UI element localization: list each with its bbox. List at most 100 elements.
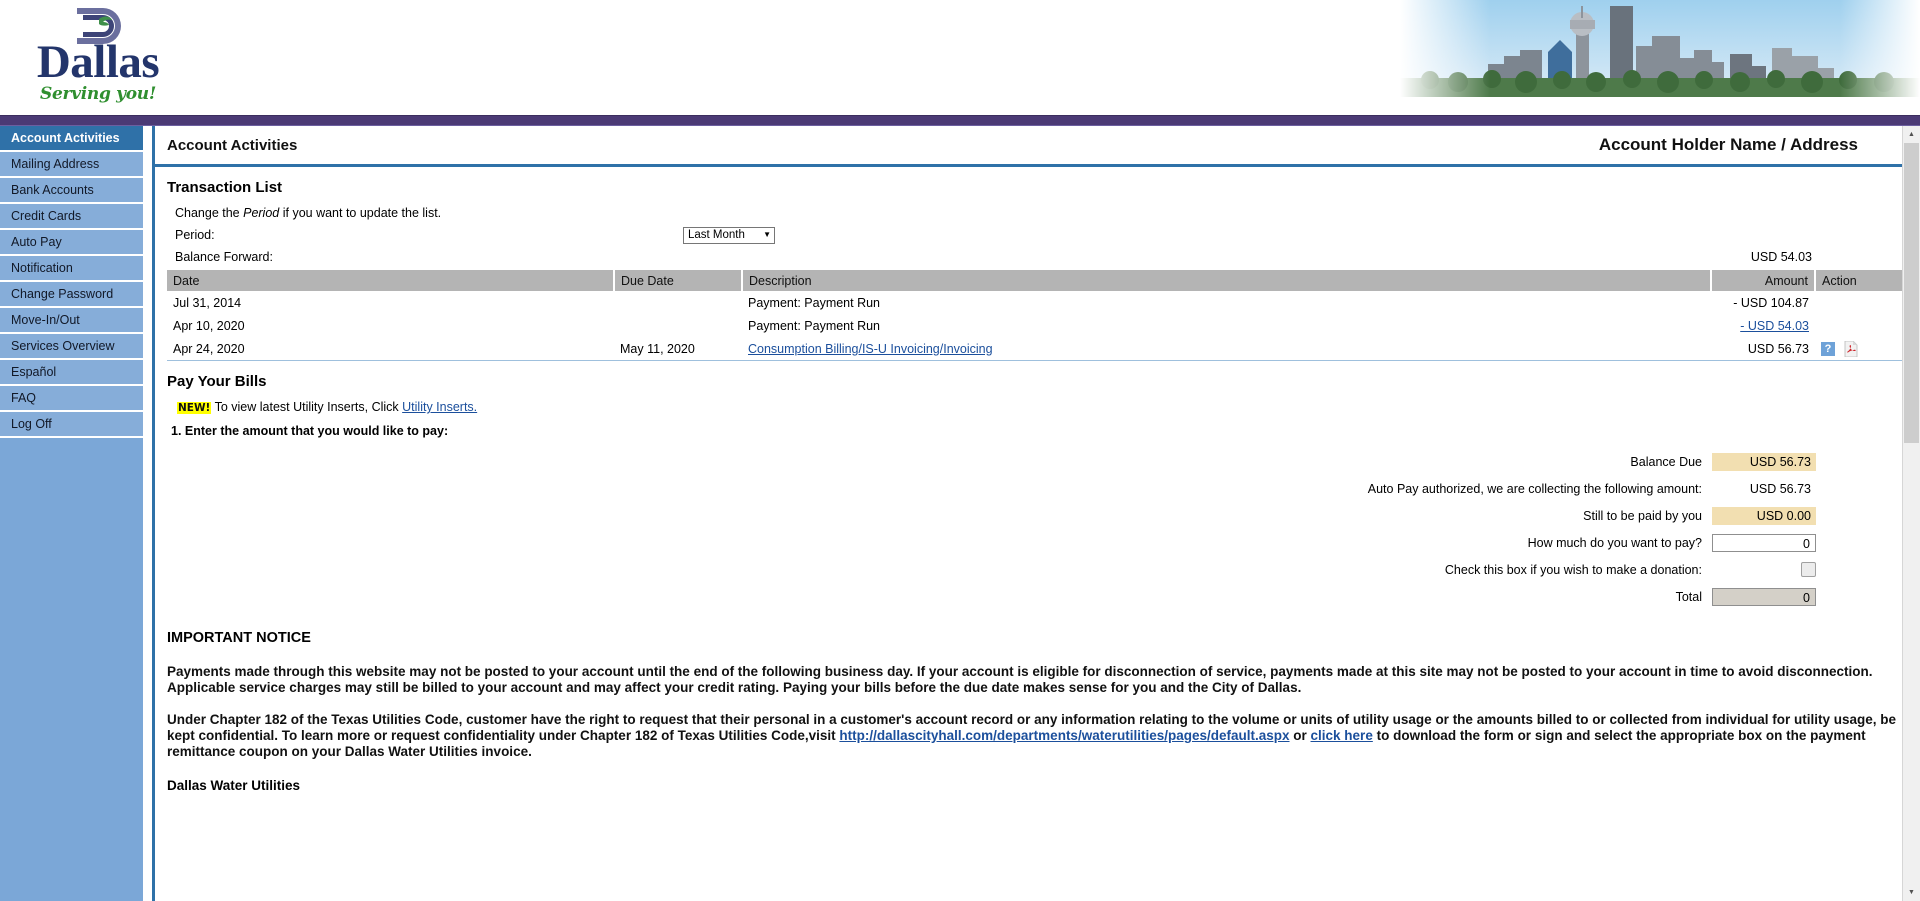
content-panel: Account Activities Account Holder Name /… (152, 126, 1920, 901)
still-to-pay-value: USD 0.00 (1712, 506, 1816, 525)
sidebar-item-faq[interactable]: FAQ (0, 386, 143, 412)
sidebar-item-credit-cards[interactable]: Credit Cards (0, 204, 143, 230)
scroll-up-arrow-icon[interactable]: ▲ (1903, 126, 1920, 143)
logo-tagline: Serving you! (40, 84, 156, 104)
period-label: Period: (175, 228, 215, 242)
cell-action (1815, 291, 1907, 314)
period-select-value: Last Month (688, 229, 745, 241)
balance-forward-label: Balance Forward: (175, 250, 273, 264)
sidebar-item-bank-accounts[interactable]: Bank Accounts (0, 178, 143, 204)
amount-to-pay-input[interactable]: 0 (1712, 533, 1816, 552)
utility-inserts-link[interactable]: Utility Inserts. (402, 400, 477, 414)
table-row: Apr 24, 2020 May 11, 2020 Consumption Bi… (167, 337, 1907, 360)
form-row-auto-pay: Auto Pay authorized, we are collecting t… (167, 479, 1816, 498)
period-hint-italic: Period (243, 206, 280, 220)
form-row-still-to-pay: Still to be paid by you USD 0.00 (167, 506, 1816, 525)
account-holder-name: Account Holder Name / Address (1598, 135, 1858, 154)
new-badge: NEW! (177, 401, 212, 414)
step-1-label: 1. Enter the amount that you would like … (171, 424, 449, 438)
still-to-pay-label: Still to be paid by you (1583, 508, 1702, 523)
table-row: Jul 31, 2014 Payment: Payment Run - USD … (167, 291, 1907, 314)
cell-date: Jul 31, 2014 (173, 295, 242, 310)
cell-due-date: May 11, 2020 (620, 341, 695, 356)
period-hint-prefix: Change the (175, 206, 244, 220)
form-row-total: Total 0 (167, 587, 1816, 606)
dallas-skyline-photo (1400, 0, 1920, 97)
notice-para2-or: or (1289, 728, 1311, 743)
transaction-table-header-row: Date Due Date Description Amount Action (167, 270, 1908, 291)
logo-wordmark: Dallas (36, 36, 160, 88)
chevron-down-icon: ▼ (763, 230, 771, 239)
sidebar-item-move-in-out[interactable]: Move-In/Out (0, 308, 143, 334)
column-header-action: Action (1815, 270, 1908, 291)
form-row-donation: Check this box if you wish to make a don… (167, 560, 1816, 579)
utility-inserts-text: To view latest Utility Inserts, Click (214, 400, 403, 414)
vertical-scrollbar[interactable]: ▲ ▼ (1902, 126, 1920, 901)
form-row-balance-due: Balance Due USD 56.73 (167, 452, 1816, 471)
click-here-link[interactable]: click here (1311, 728, 1373, 743)
cell-description: Payment: Payment Run (748, 318, 881, 333)
dallas-water-utilities-footer: Dallas Water Utilities (167, 778, 301, 793)
balance-due-value: USD 56.73 (1712, 452, 1816, 471)
balance-due-label: Balance Due (1630, 454, 1702, 469)
page-title: Account Activities (167, 136, 298, 154)
cell-action: ? (1815, 337, 1907, 360)
donation-label: Check this box if you wish to make a don… (1444, 562, 1702, 577)
sidebar-item-account-activities[interactable]: Account Activities (0, 126, 143, 152)
form-row-amount-to-pay: How much do you want to pay? 0 (167, 533, 1816, 552)
amount-to-pay-label: How much do you want to pay? (1527, 535, 1702, 550)
auto-pay-value: USD 56.73 (1749, 481, 1811, 496)
amount-link[interactable]: - USD 54.03 (1740, 319, 1809, 333)
cell-description: Payment: Payment Run (748, 295, 881, 310)
cell-action (1815, 314, 1907, 337)
pay-bills-heading: Pay Your Bills (167, 373, 267, 390)
donation-checkbox[interactable] (1801, 562, 1816, 577)
content-title-bar: Account Activities Account Holder Name /… (155, 126, 1920, 167)
dallas-city-hall-url-link[interactable]: http://dallascityhall.com/departments/wa… (839, 728, 1289, 743)
period-hint: Change the Period if you want to update … (175, 206, 1908, 220)
transaction-list-heading: Transaction List (167, 179, 283, 196)
brand-divider-bar (0, 115, 1920, 126)
scroll-down-arrow-icon[interactable]: ▼ (1903, 884, 1920, 901)
period-select[interactable]: Last Month ▼ (683, 226, 775, 244)
balance-forward-value: USD 54.03 (1750, 250, 1812, 264)
sidebar-item-log-off[interactable]: Log Off (0, 412, 143, 438)
pay-bills-section: Pay Your Bills NEW! To view latest Utili… (155, 373, 1920, 606)
total-value: 0 (1712, 587, 1816, 606)
invoice-link[interactable]: Consumption Billing/IS-U Invoicing/Invoi… (748, 342, 993, 356)
sidebar-nav: Account Activities Mailing Address Bank … (0, 126, 143, 901)
sidebar-item-notification[interactable]: Notification (0, 256, 143, 282)
pdf-icon[interactable] (1844, 340, 1858, 357)
column-header-date: Date (167, 270, 615, 291)
transaction-table: Date Due Date Description Amount Action … (167, 270, 1908, 360)
sidebar-item-espanol[interactable]: Español (0, 360, 143, 386)
balance-forward-row: Balance Forward: USD 54.03 (175, 250, 1908, 264)
sidebar-item-change-password[interactable]: Change Password (0, 282, 143, 308)
total-label: Total (1675, 589, 1702, 604)
sidebar-item-services-overview[interactable]: Services Overview (0, 334, 143, 360)
column-header-description: Description (742, 270, 1712, 291)
cell-amount: - USD 54.03 (1711, 314, 1815, 337)
important-notice-heading: IMPORTANT NOTICE (167, 630, 311, 646)
cell-date: Apr 24, 2020 (173, 341, 245, 356)
site-header: Dallas Serving you! (0, 0, 1920, 115)
main-content: Account Activities Account Holder Name /… (143, 126, 1920, 901)
column-header-amount: Amount (1711, 270, 1816, 291)
payment-form: Balance Due USD 56.73 Auto Pay authorize… (167, 452, 1816, 606)
period-row: Period: Last Month ▼ (175, 224, 1908, 246)
page-body: Account Activities Mailing Address Bank … (0, 126, 1920, 901)
utility-inserts-line: NEW! To view latest Utility Inserts, Cli… (177, 400, 1908, 414)
cell-description: Consumption Billing/IS-U Invoicing/Invoi… (742, 337, 1711, 360)
sidebar-item-mailing-address[interactable]: Mailing Address (0, 152, 143, 178)
important-notice-section: IMPORTANT NOTICE Payments made through t… (155, 630, 1920, 793)
scrollbar-thumb[interactable] (1904, 143, 1919, 443)
column-header-due-date: Due Date (614, 270, 743, 291)
dallas-logo[interactable]: Dallas Serving you! (18, 4, 178, 108)
cell-due-date (614, 291, 742, 314)
auto-pay-label: Auto Pay authorized, we are collecting t… (1367, 481, 1702, 496)
help-icon[interactable]: ? (1821, 341, 1835, 356)
sidebar-item-auto-pay[interactable]: Auto Pay (0, 230, 143, 256)
cell-amount: - USD 104.87 (1733, 295, 1809, 310)
table-row: Apr 10, 2020 Payment: Payment Run - USD … (167, 314, 1907, 337)
notice-paragraph-2: Under Chapter 182 of the Texas Utilities… (167, 712, 1906, 760)
